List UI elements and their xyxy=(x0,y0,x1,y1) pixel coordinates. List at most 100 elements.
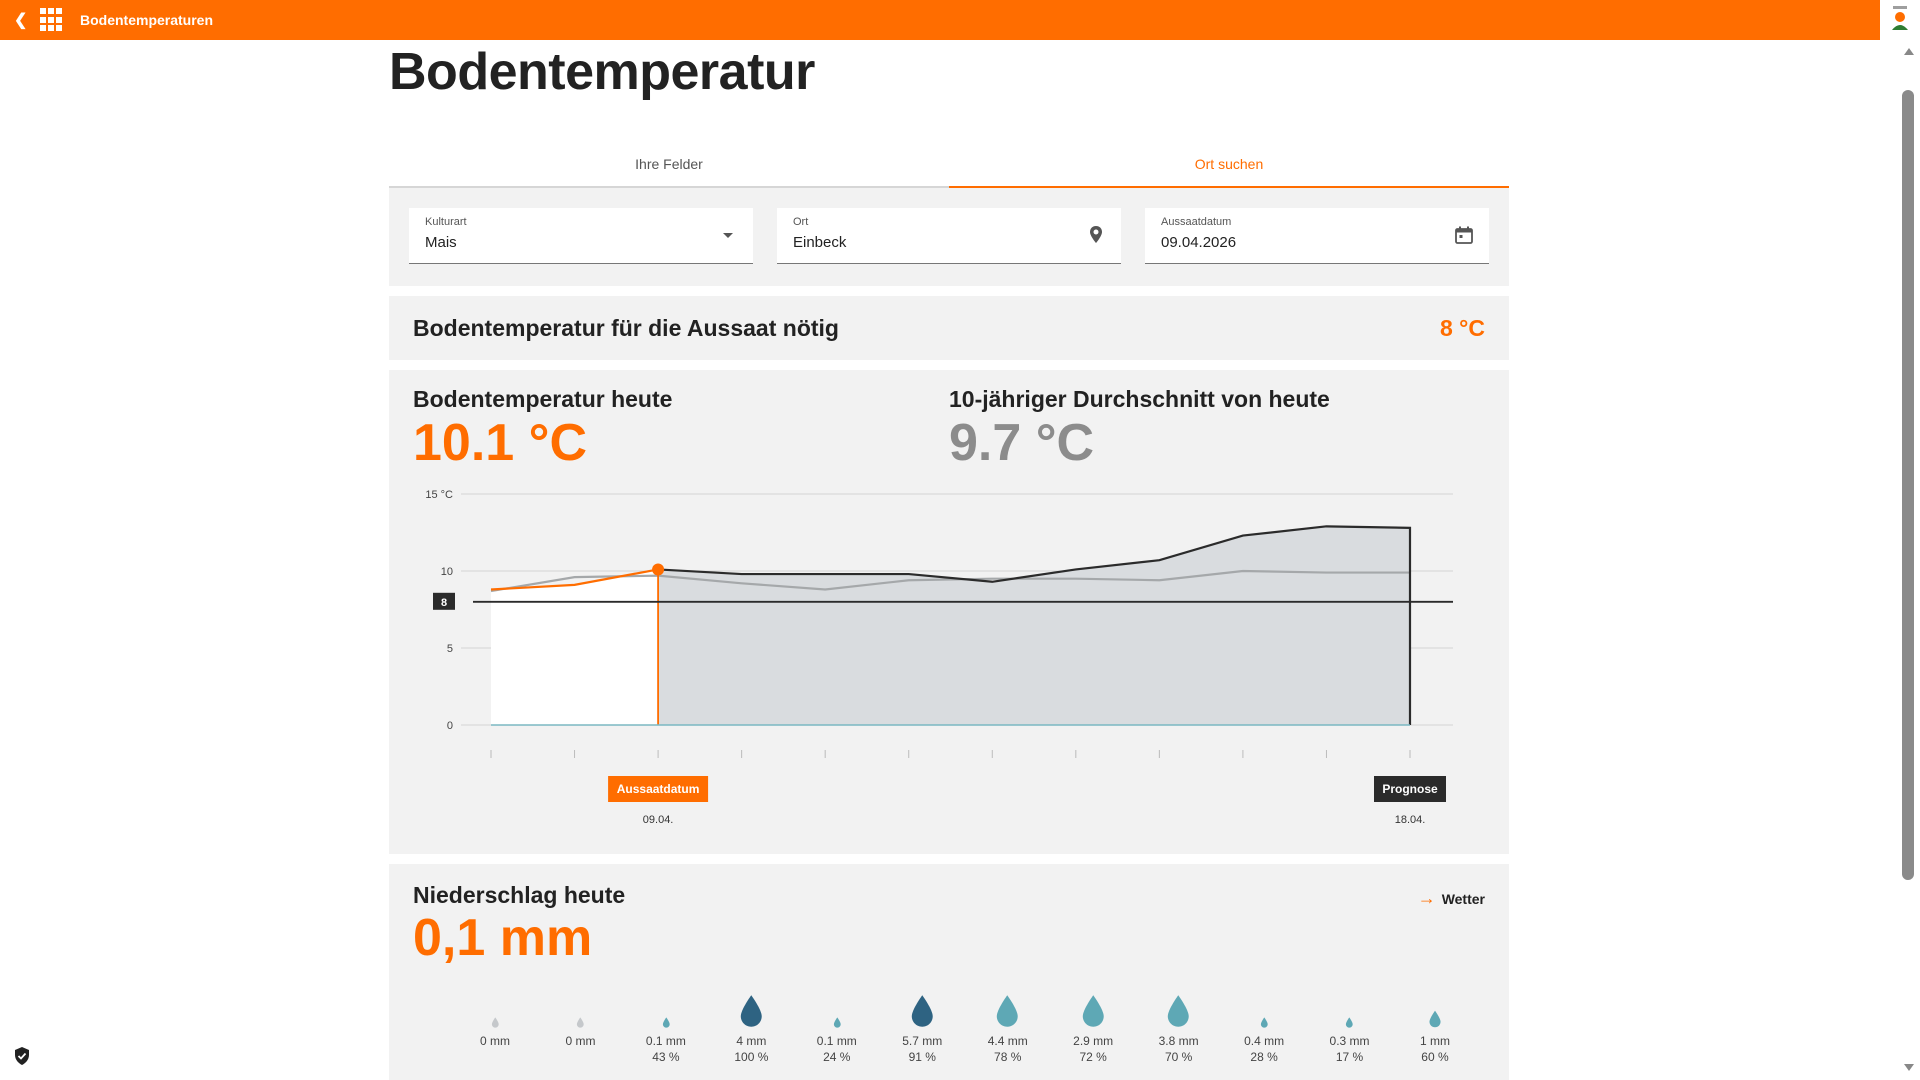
precipitation-probability: 17 % xyxy=(1335,1050,1364,1064)
raindrop-icon xyxy=(662,1017,670,1028)
y-tick-label: 5 xyxy=(447,643,453,655)
raindrop-icon xyxy=(1429,1010,1441,1028)
raindrop-icon xyxy=(911,995,933,1027)
sowing-date-label: Aussaatdatum xyxy=(1161,216,1232,228)
precipitation-amount: 0 mm xyxy=(565,1034,596,1048)
today-temp-value: 10.1 °C xyxy=(413,414,588,472)
location-pin-icon[interactable] xyxy=(1085,224,1107,246)
precipitation-day: 2.9 mm 72 % xyxy=(1063,984,1123,1064)
precipitation-value: 0,1 mm xyxy=(413,909,593,967)
crop-select-label: Kulturart xyxy=(425,216,467,228)
required-temp-panel: Bodentemperatur für die Aussaat nötig 8 … xyxy=(389,296,1509,360)
precipitation-probability: 24 % xyxy=(823,1050,851,1064)
raindrop-icon xyxy=(491,1017,499,1028)
main-content: Bodentemperatur Ihre Felder Ort suchen K… xyxy=(389,40,1509,1080)
post-sowing-area xyxy=(658,526,1410,725)
scroll-down-icon[interactable] xyxy=(1904,1064,1914,1071)
precipitation-probability: 70 % xyxy=(1164,1050,1193,1064)
precipitation-amount: 5.7 mm xyxy=(902,1034,943,1048)
precipitation-amount: 3.8 mm xyxy=(1158,1034,1199,1048)
precipitation-day: 3.8 mm 70 % xyxy=(1149,984,1209,1064)
precipitation-probability: 100 % xyxy=(734,1050,769,1064)
precipitation-days: 0 mm 0 mm 0.1 mm 43 % 4 mm 100 % 0.1 mm 24 % 5.7… xyxy=(465,984,1465,1064)
forecast-date-tick-label: 18.04. xyxy=(1395,814,1426,826)
raindrop-icon xyxy=(740,995,762,1027)
required-temp-value: 8 °C xyxy=(1440,314,1485,341)
precipitation-day: 0.1 mm 43 % xyxy=(636,984,696,1064)
tab-ihre-felder[interactable]: Ihre Felder xyxy=(389,148,949,186)
precipitation-probability: 78 % xyxy=(994,1050,1022,1064)
precipitation-probability: 72 % xyxy=(1079,1050,1107,1064)
threshold-badge-label: 8 xyxy=(441,597,447,609)
back-chevron-icon[interactable]: ❮ xyxy=(14,10,36,30)
tab-ort-suchen[interactable]: Ort suchen xyxy=(949,148,1509,188)
required-temp-label: Bodentemperatur für die Aussaat nötig xyxy=(413,314,839,341)
precipitation-probability: 28 % xyxy=(1250,1050,1278,1064)
precipitation-day: 4.4 mm 78 % xyxy=(978,984,1038,1064)
crop-select[interactable]: Kulturart Mais xyxy=(409,208,753,264)
sowing-date-marker-label: Aussaatdatum xyxy=(617,782,700,796)
precipitation-day: 0 mm xyxy=(465,984,525,1064)
raindrop-icon xyxy=(1260,1017,1268,1028)
precipitation-panel: Niederschlag heute 0,1 mm → Wetter 0 mm 0… xyxy=(389,864,1509,1080)
raindrop-icon xyxy=(997,995,1019,1027)
precipitation-day: 4 mm 100 % xyxy=(721,984,781,1064)
precipitation-amount: 0.3 mm xyxy=(1329,1034,1370,1048)
scroll-up-icon[interactable] xyxy=(1904,48,1914,55)
precipitation-probability: 60 % xyxy=(1421,1050,1449,1064)
precipitation-probability: 43 % xyxy=(652,1050,680,1064)
precipitation-probability: 91 % xyxy=(908,1050,936,1064)
avg-temp-label: 10-jähriger Durchschnitt von heute xyxy=(949,386,1330,412)
y-tick-label: 15 °C xyxy=(425,489,453,501)
precipitation-day: 1 mm 60 % xyxy=(1405,984,1465,1064)
sowing-date-value: 09.04.2026 xyxy=(1161,234,1237,251)
precipitation-amount: 0.1 mm xyxy=(816,1034,857,1048)
avg-temp-block: 10-jähriger Durchschnitt von heute 9.7 °… xyxy=(949,386,1330,471)
app-title: Bodentemperaturen xyxy=(80,12,214,28)
precipitation-day: 0.1 mm 24 % xyxy=(807,984,867,1064)
precipitation-day: 0 mm xyxy=(550,984,610,1064)
location-field-label: Ort xyxy=(793,216,809,228)
precipitation-amount: 0.1 mm xyxy=(645,1034,686,1048)
arrow-right-icon: → xyxy=(1417,888,1436,908)
today-temp-label: Bodentemperatur heute xyxy=(413,386,673,412)
soil-temp-panel: Bodentemperatur heute 10.1 °C 10-jährige… xyxy=(389,370,1509,854)
brand-logo-icon xyxy=(1892,6,1908,30)
raindrop-icon xyxy=(577,1017,584,1028)
shield-check-icon[interactable] xyxy=(12,1046,32,1066)
avg-temp-value: 9.7 °C xyxy=(949,414,1095,472)
soil-temp-chart: 15 °C 10 5 0 8 Aussaatdatum 09.04. Prognose 18.0… xyxy=(425,489,1453,826)
location-field-value: Einbeck xyxy=(793,234,847,251)
right-rail xyxy=(1880,0,1920,1080)
app-grid-icon[interactable] xyxy=(40,8,64,32)
precipitation-day: 0.3 mm 17 % xyxy=(1320,984,1380,1064)
weather-link[interactable]: → Wetter xyxy=(1418,888,1485,909)
precipitation-amount: 0.4 mm xyxy=(1244,1034,1285,1048)
location-field[interactable]: Ort Einbeck xyxy=(777,208,1121,264)
precipitation-amount: 1 mm xyxy=(1419,1034,1450,1048)
weather-link-label: Wetter xyxy=(1441,890,1485,907)
today-temp-block: Bodentemperatur heute 10.1 °C xyxy=(413,386,672,471)
y-tick-label: 0 xyxy=(447,720,453,732)
filter-panel: Kulturart Mais Ort Einbeck Aussaatdatum … xyxy=(389,188,1509,286)
scrollbar-thumb[interactable] xyxy=(1902,90,1914,880)
y-tick-label: 10 xyxy=(441,566,453,578)
precipitation-day: 0.4 mm 28 % xyxy=(1234,984,1294,1064)
crop-select-value: Mais xyxy=(425,234,457,251)
raindrop-icon xyxy=(1346,1017,1353,1028)
forecast-marker-label: Prognose xyxy=(1382,782,1438,796)
precipitation-day: 5.7 mm 91 % xyxy=(892,984,952,1064)
dropdown-arrow-icon[interactable] xyxy=(717,224,739,246)
precipitation-amount: 4.4 mm xyxy=(987,1034,1028,1048)
app-header: ❮ Bodentemperaturen xyxy=(0,0,1880,40)
precipitation-amount: 0 mm xyxy=(480,1034,510,1048)
tab-bar: Ihre Felder Ort suchen xyxy=(389,148,1509,188)
calendar-icon[interactable] xyxy=(1453,224,1475,246)
raindrop-icon xyxy=(1082,995,1104,1027)
raindrop-icon xyxy=(1168,995,1190,1027)
sowing-date-tick-label: 09.04. xyxy=(643,814,674,826)
sowing-date-field[interactable]: Aussaatdatum 09.04.2026 xyxy=(1145,208,1489,264)
pre-sowing-area xyxy=(491,569,659,725)
precipitation-amount: 4 mm xyxy=(736,1034,767,1048)
precipitation-label: Niederschlag heute xyxy=(413,882,626,908)
